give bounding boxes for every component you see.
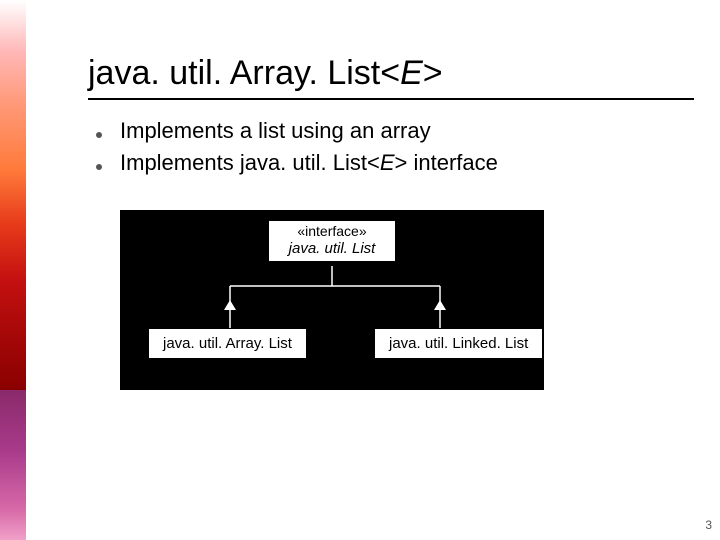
slide-title: java. util. Array. List<E> xyxy=(88,54,443,93)
uml-diagram: «interface» java. util. List java. util.… xyxy=(120,210,544,390)
side-decoration xyxy=(0,0,26,540)
title-generic: E xyxy=(400,54,423,92)
deco-stripe xyxy=(0,170,26,280)
arrowhead-icon xyxy=(224,300,236,310)
bullet-pre: Implements java. util. List< xyxy=(120,150,380,175)
bullet-post: > interface xyxy=(395,150,498,175)
arrowhead-icon xyxy=(434,300,446,310)
uml-arrows xyxy=(120,210,544,390)
bullet-dot-icon xyxy=(96,164,102,170)
list-item: Implements java. util. List<E> interface xyxy=(96,150,498,176)
bullet-generic: E xyxy=(380,150,395,175)
class-box-arraylist: java. util. Array. List xyxy=(148,328,307,359)
title-pre: java. util. Array. List< xyxy=(88,54,400,92)
title-post: > xyxy=(423,54,443,92)
list-item: Implements a list using an array xyxy=(96,118,498,144)
bullet-list: Implements a list using an array Impleme… xyxy=(96,118,498,182)
bullet-dot-icon xyxy=(96,132,102,138)
bullet-text: Implements a list using an array xyxy=(120,118,431,144)
page-number: 3 xyxy=(705,518,712,532)
title-underline xyxy=(88,98,694,100)
deco-stripe xyxy=(0,280,26,390)
class-box-linkedlist: java. util. Linked. List xyxy=(374,328,543,359)
bullet-text: Implements java. util. List<E> interface xyxy=(120,150,498,176)
deco-stripe xyxy=(0,390,26,540)
deco-stripe xyxy=(0,0,26,170)
